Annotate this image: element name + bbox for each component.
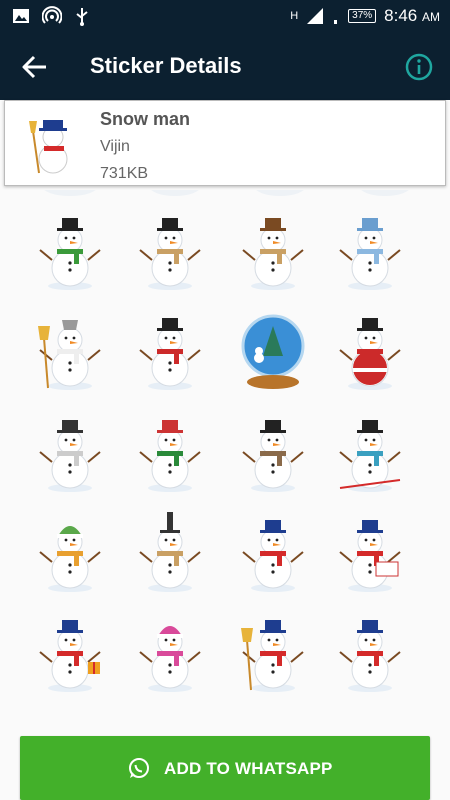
sticker-blue-hat-gift[interactable] <box>30 610 110 694</box>
pack-author: Vijin <box>100 138 130 155</box>
page-title: Sticker Details <box>90 53 242 78</box>
add-to-whatsapp-label: ADD TO WHATSAPP <box>164 759 333 778</box>
sticker-birch-snowmen[interactable] <box>233 410 313 494</box>
sticker-bucket-broom[interactable] <box>30 308 110 392</box>
clock: 8:46 AM <box>384 6 440 25</box>
info-icon[interactable] <box>404 52 434 82</box>
pack-tray-icon <box>29 120 68 174</box>
signal-empty-icon <box>334 20 338 24</box>
sticker-tall-black-hat[interactable] <box>130 510 210 594</box>
status-bar: H 37% 8:46 AM <box>0 0 450 34</box>
usb-icon <box>76 8 88 26</box>
sticker-skiing[interactable] <box>330 410 410 494</box>
network-type-label: H <box>290 10 299 22</box>
whatsapp-icon <box>129 758 149 778</box>
sticker-green-hat[interactable] <box>30 510 110 594</box>
sticker-stacked-three[interactable] <box>130 410 210 494</box>
sticker-blue-figurine[interactable] <box>330 208 410 292</box>
app-bar: Sticker Details <box>0 34 450 100</box>
sticker-pack-header: Snow man Vijin 731KB <box>4 100 446 186</box>
add-to-whatsapp-button[interactable]: ADD TO WHATSAPP <box>20 736 430 800</box>
signal-icon <box>307 8 324 24</box>
hotspot-icon <box>42 6 62 24</box>
sticker-red-santa-suit[interactable] <box>330 308 410 392</box>
sticker-black-hat-tan-scarf[interactable] <box>130 208 210 292</box>
sticker-partial <box>44 190 96 196</box>
pack-size: 731KB <box>100 165 149 182</box>
sticker-partial <box>256 190 304 196</box>
gallery-icon <box>13 9 29 23</box>
sticker-black-hat-green-scarf[interactable] <box>30 208 110 292</box>
battery-indicator: 37% <box>348 9 377 23</box>
sticker-blue-hat-candy[interactable] <box>330 610 410 694</box>
sticker-blue-hat-heart[interactable] <box>233 510 313 594</box>
pack-name: Snow man <box>100 109 191 129</box>
sticker-mosaic-lamp-post[interactable] <box>30 410 110 494</box>
sticker-grid[interactable] <box>0 190 450 720</box>
sticker-blue-hat-broom[interactable] <box>233 610 313 694</box>
sticker-brown-hat-sitting[interactable] <box>233 208 313 292</box>
sticker-pink-beanie[interactable] <box>130 610 210 694</box>
back-arrow-icon[interactable] <box>20 53 50 81</box>
sticker-snow-globe[interactable] <box>233 308 313 392</box>
sticker-blue-hat-sign[interactable] <box>330 510 410 594</box>
sticker-black-hat-waving[interactable] <box>130 308 210 392</box>
sticker-partial <box>361 190 409 196</box>
sticker-partial <box>151 190 199 196</box>
